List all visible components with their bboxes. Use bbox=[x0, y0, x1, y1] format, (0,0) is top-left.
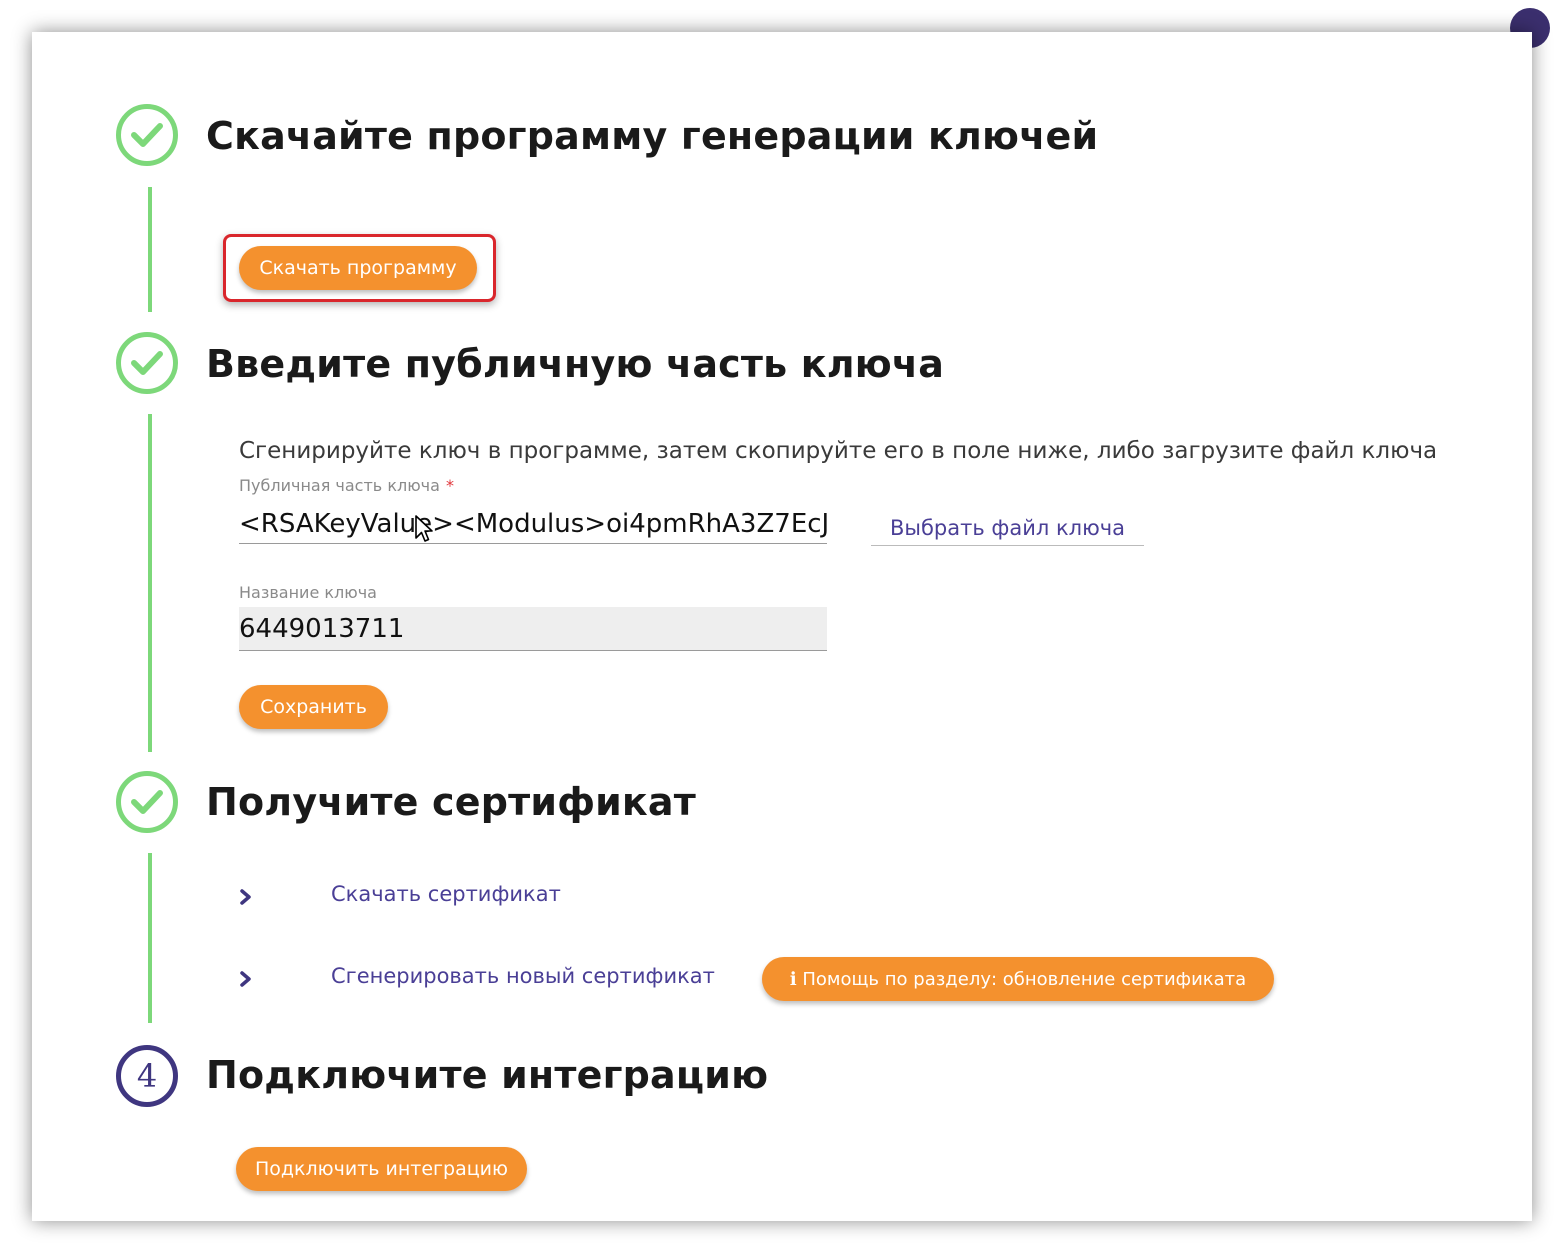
choose-key-file-link[interactable]: Выбрать файл ключа bbox=[871, 516, 1144, 546]
mouse-cursor-icon bbox=[415, 515, 433, 542]
connect-integration-button[interactable]: Подключить интеграцию bbox=[236, 1147, 527, 1191]
public-key-label-text: Публичная часть ключа bbox=[239, 476, 440, 495]
chevron-right-icon bbox=[240, 971, 251, 987]
step-4-number: 4 bbox=[116, 1045, 178, 1107]
step-2-check-icon bbox=[116, 332, 178, 394]
step-3-check-icon bbox=[116, 771, 178, 833]
step-connector bbox=[148, 187, 152, 312]
key-name-label: Название ключа bbox=[239, 583, 377, 602]
key-name-input[interactable]: 6449013711 bbox=[239, 607, 827, 651]
download-program-button[interactable]: Скачать программу bbox=[239, 246, 477, 290]
download-certificate-link[interactable]: Скачать сертификат bbox=[331, 882, 561, 906]
step-1-check-icon bbox=[116, 104, 178, 166]
generate-certificate-link[interactable]: Сгенерировать новый сертификат bbox=[331, 964, 715, 988]
chevron-right-icon bbox=[240, 889, 251, 905]
key-description: Сгенирируйте ключ в программе, затем ско… bbox=[239, 438, 1438, 464]
step-connector bbox=[148, 853, 152, 1023]
step-2-title: Введите публичную часть ключа bbox=[206, 342, 945, 386]
step-3-title: Получите сертификат bbox=[206, 780, 696, 824]
public-key-input[interactable]: <RSAKeyValue><Modulus>oi4pmRhA3Z7EcJi bbox=[239, 504, 827, 544]
help-certificate-button[interactable]: ℹ Помощь по разделу: обновление сертифик… bbox=[762, 957, 1274, 1001]
step-connector bbox=[148, 414, 152, 752]
step-1-title: Скачайте программу генерации ключей bbox=[206, 114, 1099, 158]
save-button[interactable]: Сохранить bbox=[239, 685, 388, 729]
step-4-title: Подключите интеграцию bbox=[206, 1053, 769, 1097]
public-key-label: Публичная часть ключа * bbox=[239, 476, 454, 495]
required-marker: * bbox=[445, 476, 454, 495]
